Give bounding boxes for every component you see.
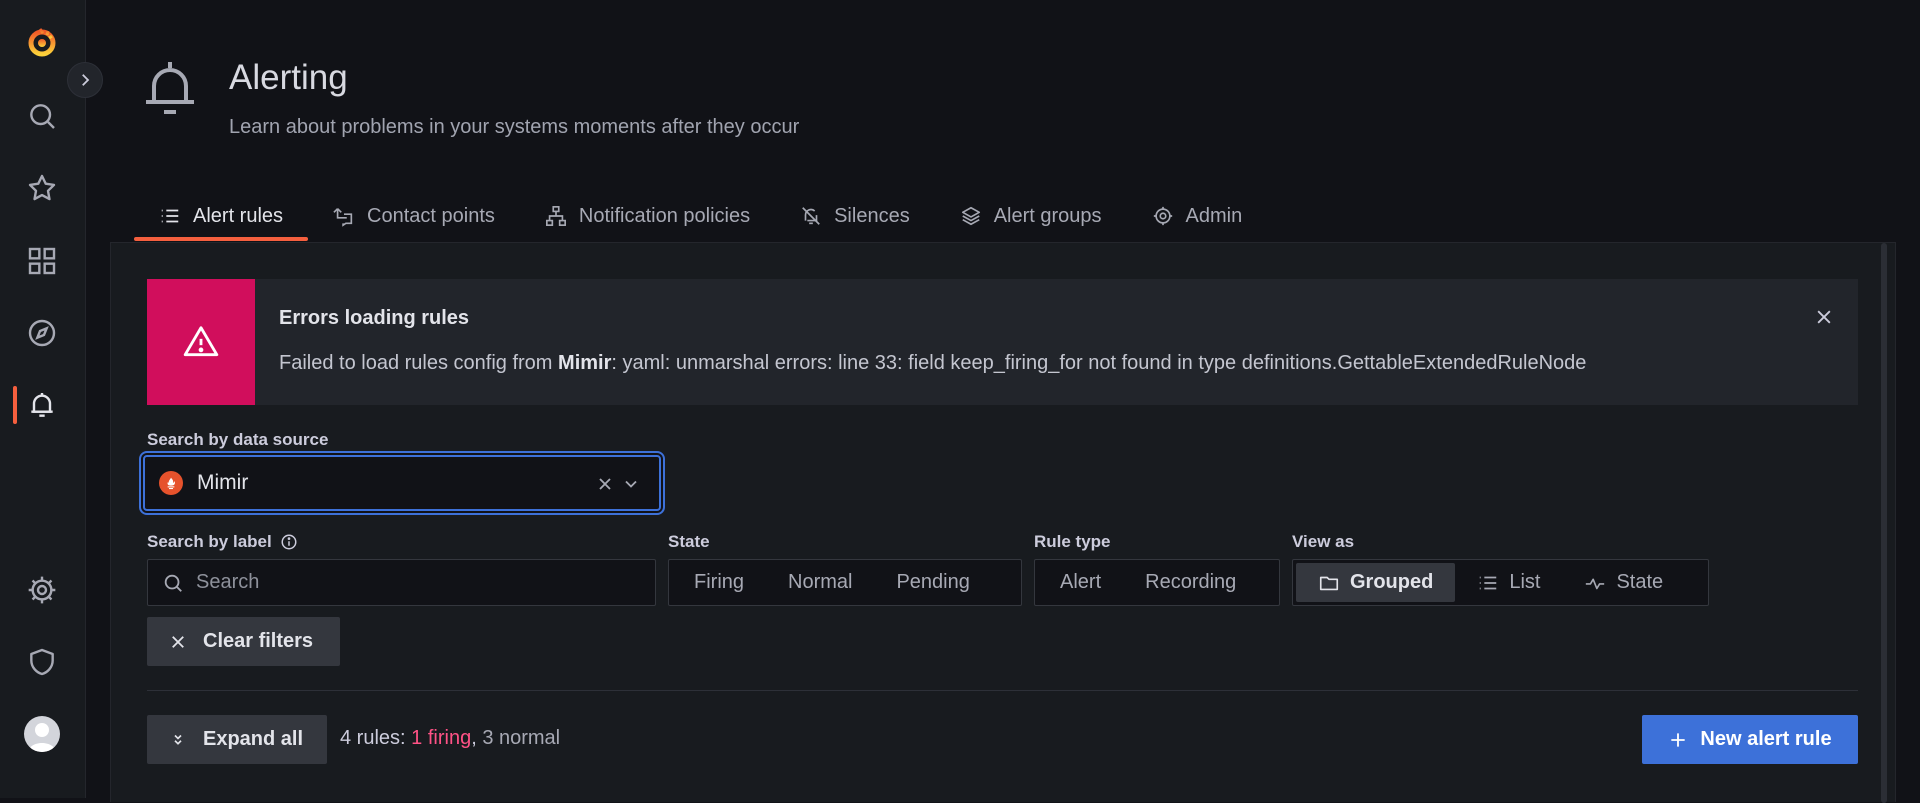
search-icon [164,574,182,592]
view-as-label: View as [1292,532,1355,551]
view-as-option-state[interactable]: State [1562,563,1685,602]
prometheus-icon [159,471,183,495]
shield-icon[interactable] [22,642,62,682]
alert-message: Failed to load rules config from Mimir: … [279,352,1586,375]
expand-all-button[interactable]: Expand all [147,715,327,764]
sidebar-active-indicator [13,386,17,424]
info-icon[interactable] [280,533,298,551]
avatar[interactable] [24,716,60,752]
rules-summary: 4 rules: 1 firing, 3 normal [340,727,560,750]
label-search-label: Search by label [147,532,298,552]
star-icon[interactable] [22,168,62,208]
tab-contact-points[interactable]: Contact points [308,196,520,236]
compass-icon[interactable] [22,313,62,353]
expand-sidebar-button[interactable] [67,62,103,98]
close-icon[interactable] [1810,303,1838,331]
state-option-normal[interactable]: Normal [766,563,874,602]
comment-arrow-icon [333,208,353,227]
label-search-field[interactable] [147,559,656,606]
rule-type-option-alert[interactable]: Alert [1038,563,1123,602]
folder-icon [1319,576,1339,590]
list-icon [1480,576,1497,589]
view-as-option-label: List [1509,571,1541,593]
alert-message-prefix: Failed to load rules config from [279,352,559,374]
clear-filters-label: Clear filters [203,630,314,652]
warning-triangle-icon [183,326,219,357]
cog-icon [1153,206,1172,226]
plus-icon [1671,732,1686,747]
alerting-bell-icon [142,56,198,122]
tab-admin[interactable]: Admin [1127,196,1268,236]
scrollbar[interactable] [1881,243,1887,803]
tab-silences[interactable]: Silences [775,196,935,236]
layers-icon [961,206,980,226]
alert-message-source: Mimir [558,352,612,374]
tab-notification-policies[interactable]: Notification policies [520,196,775,236]
view-as-radio-group: Grouped List State [1292,559,1709,606]
divider [147,690,1858,691]
rules-firing-count: 1 firing [411,727,472,749]
bell-icon[interactable] [22,385,62,425]
chevron-down-icon[interactable] [621,474,641,494]
rule-type-option-recording[interactable]: Recording [1123,563,1258,602]
gear-icon[interactable] [22,570,62,610]
alert-title: Errors loading rules [279,307,470,329]
chevron-right-icon [82,74,90,86]
rule-type-radio-group: Alert Recording [1034,559,1280,606]
view-as-option-list[interactable]: List [1455,563,1562,602]
close-icon [172,635,184,648]
tab-bar: Alert rules Contact points Notification … [134,196,1267,242]
alert-message-suffix: : yaml: unmarshal errors: line 33: field… [611,352,1587,374]
view-as-option-label: State [1616,571,1664,593]
alert-icon-box [147,279,255,405]
label-search-label-text: Search by label [147,532,272,551]
rules-count: 4 rules: [340,727,412,749]
tab-label: Admin [1185,204,1243,227]
tab-label: Alert rules [193,204,284,227]
angle-double-down-icon [174,734,182,745]
view-as-option-grouped[interactable]: Grouped [1296,563,1456,602]
error-alert: Errors loading rules Failed to load rule… [147,279,1858,405]
heartbeat-icon [1586,578,1605,589]
view-as-option-label: Grouped [1350,571,1434,593]
state-option-firing[interactable]: Firing [672,563,766,602]
bell-slash-icon [802,207,820,225]
new-alert-rule-button[interactable]: New alert rule [1642,715,1858,764]
page-title: Alerting [229,58,348,97]
datasource-label: Search by data source [147,430,329,449]
clear-filters-button[interactable]: Clear filters [147,617,340,666]
search-input[interactable] [194,570,634,595]
expand-all-label: Expand all [203,728,304,750]
sidebar [0,0,86,798]
rules-normal-count: 3 normal [482,727,561,749]
state-option-pending[interactable]: Pending [874,563,991,602]
state-label: State [668,532,710,551]
dashboards-icon[interactable] [22,241,62,281]
tab-alert-groups[interactable]: Alert groups [935,196,1127,236]
grafana-logo[interactable] [22,22,62,62]
rule-type-label: Rule type [1034,532,1111,551]
tab-alert-rules[interactable]: Alert rules [134,196,309,241]
search-icon[interactable] [22,96,62,136]
state-radio-group: Firing Normal Pending [668,559,1022,606]
tab-label: Alert groups [993,204,1102,227]
datasource-value: Mimir [197,471,249,494]
datasource-select[interactable]: Mimir [143,455,661,511]
tab-label: Contact points [367,204,495,227]
list-icon [161,209,179,223]
clear-selection-icon[interactable] [595,474,615,494]
user-icon [28,723,56,752]
tab-label: Notification policies [578,204,751,227]
page-subtitle: Learn about problems in your systems mom… [229,116,800,138]
rules-summary-separator: , [471,727,483,749]
sitemap-icon [545,206,566,226]
new-alert-rule-label: New alert rule [1700,728,1832,750]
tab-label: Silences [834,204,910,227]
grafana-logo-icon [28,28,56,57]
